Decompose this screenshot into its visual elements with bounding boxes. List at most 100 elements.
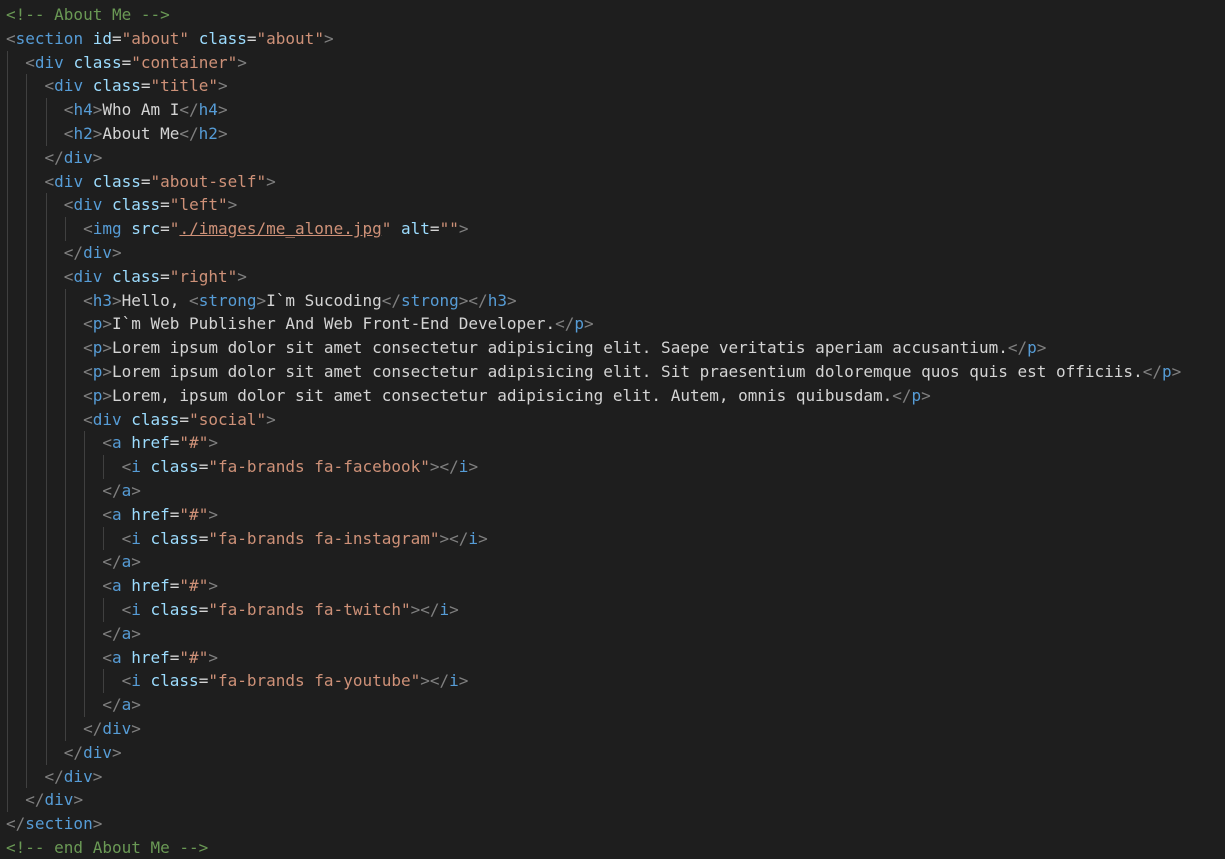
- text-token: =: [160, 266, 170, 286]
- indent-guide: [103, 597, 105, 622]
- code-line[interactable]: </a>: [6, 550, 1181, 575]
- indent-guide: [7, 336, 8, 360]
- code-line[interactable]: <div class="left">: [6, 193, 1181, 218]
- code-line[interactable]: </div>: [6, 716, 1181, 741]
- indent-guide: [7, 98, 8, 122]
- attribute-name-token: class: [198, 28, 247, 48]
- indent-guide: [45, 693, 47, 717]
- text-token: Who Am I: [102, 100, 180, 120]
- indent-guide: [84, 431, 86, 456]
- indent-guide: [26, 407, 28, 432]
- code-line[interactable]: </div>: [6, 740, 1181, 765]
- indent-guide: [26, 336, 28, 360]
- code-line[interactable]: <i class="fa-brands fa-twitch"></i>: [6, 597, 1181, 622]
- code-line[interactable]: <section id="about" class="about">: [6, 27, 1181, 51]
- indent-guide: [64, 288, 66, 313]
- code-line[interactable]: <a href="#">: [6, 431, 1181, 456]
- code-line[interactable]: <div class="container">: [6, 50, 1181, 75]
- code-line[interactable]: <!-- end About Me -->: [6, 836, 1181, 859]
- code-line[interactable]: <p>Lorem ipsum dolor sit amet consectetu…: [6, 336, 1181, 360]
- code-line[interactable]: <i class="fa-brands fa-facebook"></i>: [6, 455, 1181, 479]
- indent-guide: [26, 121, 28, 146]
- indent-guide: [64, 312, 66, 337]
- tag-name-token: strong: [198, 290, 257, 310]
- text-token: =: [246, 28, 257, 48]
- bracket-token: >: [92, 100, 103, 120]
- indentation: [6, 624, 102, 643]
- bracket-token: <: [189, 290, 199, 310]
- code-line[interactable]: </a>: [6, 621, 1181, 646]
- bracket-token: ></: [410, 599, 440, 619]
- tag-name-token: a: [111, 504, 122, 524]
- code-line[interactable]: <h4>Who Am I</h4>: [6, 98, 1181, 122]
- code-line[interactable]: <p>Lorem ipsum dolor sit amet consectetu…: [6, 359, 1181, 384]
- code-line[interactable]: <p>Lorem, ipsum dolor sit amet consectet…: [6, 383, 1181, 408]
- code-line[interactable]: <a href="#">: [6, 645, 1181, 670]
- bracket-token: </: [102, 480, 122, 500]
- code-line[interactable]: </div>: [6, 240, 1181, 265]
- code-line[interactable]: <h2>About Me</h2>: [6, 121, 1181, 146]
- code-line[interactable]: <img src="./images/me_alone.jpg" alt="">: [6, 217, 1181, 241]
- code-line[interactable]: </a>: [6, 478, 1181, 503]
- indent-guide: [7, 288, 8, 313]
- attribute-name-token: href: [131, 647, 170, 667]
- bracket-token: </: [6, 814, 26, 834]
- indentation: [6, 648, 102, 667]
- bracket-token: >: [506, 290, 517, 310]
- code-line[interactable]: <a href="#">: [6, 502, 1181, 527]
- indent-guide: [26, 502, 28, 527]
- code-line[interactable]: <h3>Hello, <strong>I`m Sucoding</strong>…: [6, 288, 1181, 313]
- tag-name-token: div: [83, 242, 112, 262]
- code-editor[interactable]: <!-- About Me --> <section id="about" cla…: [0, 0, 1225, 859]
- bracket-token: <: [121, 671, 132, 691]
- indentation: [6, 195, 64, 214]
- bracket-token: ></: [429, 457, 459, 477]
- code-line[interactable]: </div>: [6, 788, 1181, 813]
- tag-name-token: p: [911, 385, 922, 405]
- tag-name-token: a: [111, 647, 122, 667]
- text-token: =: [169, 647, 180, 667]
- indent-guide: [84, 550, 86, 575]
- bracket-token: >: [478, 528, 488, 548]
- indent-guide: [45, 288, 47, 313]
- code-line[interactable]: </section>: [6, 812, 1181, 836]
- code-line[interactable]: <!-- About Me -->: [6, 3, 1181, 27]
- code-line[interactable]: <div class="right">: [6, 264, 1181, 289]
- text-token: =: [198, 671, 209, 691]
- tag-name-token: div: [44, 790, 74, 810]
- code-line[interactable]: <p>I`m Web Publisher And Web Front-End D…: [6, 312, 1181, 337]
- link-token[interactable]: ./images/me_alone.jpg: [179, 219, 381, 238]
- code-line[interactable]: <div class="social">: [6, 407, 1181, 432]
- indent-guide: [84, 574, 86, 598]
- indentation: [6, 433, 102, 452]
- code-line[interactable]: <i class="fa-brands fa-instagram"></i>: [6, 526, 1181, 551]
- code-line[interactable]: <div class="about-self">: [6, 169, 1181, 194]
- bracket-token: </: [63, 742, 84, 762]
- indent-guide: [7, 645, 8, 670]
- code-line[interactable]: <a href="#">: [6, 574, 1181, 598]
- indent-guide: [84, 597, 86, 622]
- bracket-token: >: [256, 290, 267, 310]
- bracket-token: >: [102, 314, 112, 334]
- bracket-token: <: [44, 76, 55, 96]
- code-line[interactable]: <div class="title">: [6, 74, 1181, 99]
- tag-name-token: i: [131, 599, 141, 619]
- string-token: "container": [131, 52, 238, 72]
- code-line[interactable]: </a>: [6, 693, 1181, 717]
- string-token: "#": [179, 504, 209, 524]
- indentation: [6, 767, 45, 786]
- string-token: "left": [169, 195, 228, 215]
- text-token: =: [140, 171, 151, 191]
- bracket-token: >: [208, 504, 218, 524]
- tag-name-token: div: [92, 409, 122, 429]
- indent-guide: [45, 240, 47, 265]
- code-area[interactable]: <!-- About Me --> <section id="about" cla…: [6, 3, 1181, 859]
- code-line[interactable]: </div>: [6, 145, 1181, 170]
- indent-guide: [26, 431, 28, 456]
- tag-name-token: p: [574, 314, 584, 334]
- code-line[interactable]: <i class="fa-brands fa-youtube"></i>: [6, 669, 1181, 694]
- code-line[interactable]: </div>: [6, 764, 1181, 789]
- indent-guide: [45, 597, 47, 622]
